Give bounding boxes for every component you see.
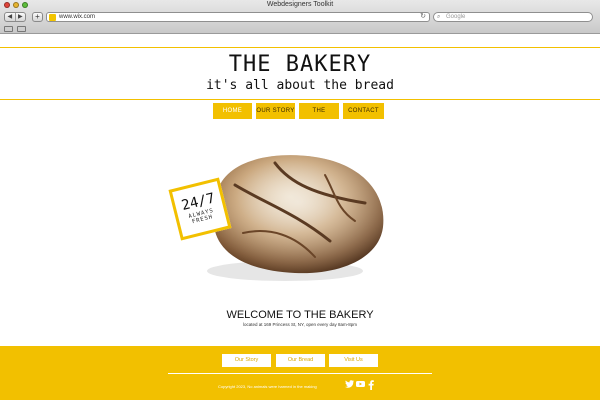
youtube-icon[interactable] bbox=[356, 380, 365, 391]
forward-arrow-icon[interactable]: ▶ bbox=[14, 13, 26, 21]
welcome-title: WELCOME TO THE BAKERY bbox=[226, 309, 374, 321]
facebook-icon[interactable] bbox=[368, 380, 374, 393]
nav-our-story[interactable]: OUR STORY bbox=[256, 103, 295, 119]
reading-list-icon[interactable] bbox=[4, 26, 13, 32]
nav-home[interactable]: HOME bbox=[213, 103, 252, 119]
zoom-window-button[interactable] bbox=[22, 2, 28, 8]
footer: Our Story Our Bread Visit Us Copyright 2… bbox=[0, 346, 600, 400]
nav-the-breads[interactable]: THE BREADS bbox=[299, 103, 339, 130]
web-page: THE BAKERY it's all about the bread HOME… bbox=[0, 35, 600, 400]
reload-icon[interactable]: ↻ bbox=[420, 13, 426, 21]
add-bookmark-button[interactable]: + bbox=[32, 12, 43, 22]
footer-visit-us-button[interactable]: Visit Us bbox=[329, 354, 378, 367]
top-sites-icon[interactable] bbox=[17, 26, 26, 32]
header-bottom-rule bbox=[0, 99, 600, 100]
search-placeholder[interactable]: Google bbox=[446, 13, 465, 22]
address-bar[interactable]: www.wix.com ↻ bbox=[46, 12, 430, 22]
close-window-button[interactable] bbox=[4, 2, 10, 8]
site-title: THE BAKERY bbox=[228, 52, 372, 77]
window-controls bbox=[4, 2, 28, 8]
back-arrow-icon[interactable]: ◀ bbox=[5, 13, 15, 21]
browser-chrome: Webdesigners Toolkit ◀ ▶ + www.wix.com ↻… bbox=[0, 0, 600, 34]
site-favicon-icon bbox=[49, 14, 56, 21]
bookmarks-bar bbox=[0, 24, 600, 34]
minimize-window-button[interactable] bbox=[13, 2, 19, 8]
window-title: Webdesigners Toolkit bbox=[266, 1, 334, 8]
hero-image: 24/7 ALWAYS FRESH bbox=[125, 123, 445, 299]
search-bar[interactable]: ⌕ Google bbox=[433, 12, 593, 22]
copyright-text: Copyright 2023, No animals were harmed i… bbox=[218, 384, 317, 389]
welcome-subtitle: located at 169 Princess St, NY, open eve… bbox=[243, 322, 357, 327]
search-icon: ⌕ bbox=[437, 14, 441, 20]
twitter-icon[interactable] bbox=[345, 380, 354, 391]
url-text[interactable]: www.wix.com bbox=[59, 13, 95, 22]
site-tagline: it's all about the bread bbox=[206, 78, 394, 93]
footer-divider bbox=[168, 373, 432, 374]
footer-our-story-button[interactable]: Our Story bbox=[222, 354, 271, 367]
header-top-rule bbox=[0, 47, 600, 48]
history-buttons: ◀ ▶ bbox=[4, 12, 26, 22]
footer-our-bread-button[interactable]: Our Bread bbox=[276, 354, 325, 367]
browser-toolbar: ◀ ▶ + www.wix.com ↻ ⌕ Google bbox=[0, 11, 600, 24]
nav-contact-us[interactable]: CONTACT US bbox=[343, 103, 384, 130]
